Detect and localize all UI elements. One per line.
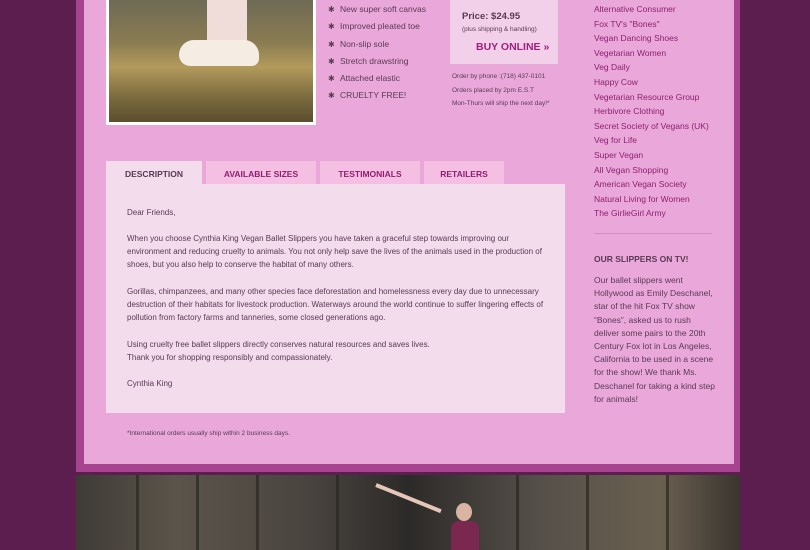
description-paragraph: Gorillas, chimpanzees, and many other sp… — [127, 287, 544, 323]
sidebar-link[interactable]: American Vegan Society — [594, 178, 709, 193]
sidebar-divider — [594, 233, 712, 234]
tab-description[interactable]: DESCRIPTION — [106, 161, 202, 185]
shipping-note: (plus shipping & handling) — [462, 26, 537, 33]
sidebar-link[interactable]: Happy Cow — [594, 76, 709, 91]
price-label: Price: $24.95 — [462, 11, 521, 22]
feature-item: ✱ Improved pleated toe — [328, 21, 420, 32]
sidebar-link[interactable]: Secret Society of Vegans (UK) — [594, 120, 709, 135]
feature-item: ✱ New super soft canvas — [328, 4, 426, 14]
description-paragraph: Thank you for shopping responsibly and c… — [127, 353, 333, 362]
ship-days: Mon-Thurs will ship the next day!* — [452, 100, 550, 107]
sidebar-link[interactable]: Fox TV's "Bones" — [594, 18, 709, 33]
sidebar-link[interactable]: Vegetarian Resource Group — [594, 91, 709, 106]
tab-available-sizes[interactable]: AVAILABLE SIZES — [206, 161, 316, 184]
feature-item: ✱ Stretch drawstring — [328, 55, 409, 66]
sidebar-link[interactable]: Super Vegan — [594, 149, 709, 164]
feature-item: ✱ Non-slip sole — [328, 38, 390, 49]
tab-testimonials[interactable]: TESTIMONIALS — [320, 161, 420, 184]
sidebar-link[interactable]: Vegetarian Women — [594, 47, 709, 62]
sidebar-link[interactable]: Veg for Life — [594, 134, 709, 149]
order-phone: Order by phone :(718) 437-0101 — [452, 73, 546, 80]
sidebar-link[interactable]: Alternative Consumer — [594, 3, 709, 18]
star-bullet-icon: ✱ — [328, 91, 335, 101]
sidebar-link[interactable]: Vegan Dancing Shoes — [594, 32, 709, 47]
dancer-photo — [76, 475, 740, 550]
description-paragraph: When you choose Cynthia King Vegan Balle… — [127, 234, 542, 270]
shipping-footnote: *International orders usually ship withi… — [127, 430, 290, 437]
description-panel: Dear Friends, When you choose Cynthia Ki… — [106, 184, 565, 413]
star-bullet-icon: ✱ — [328, 22, 335, 32]
description-paragraph: Using cruelty free ballet slippers direc… — [127, 340, 430, 349]
star-bullet-icon: ✱ — [328, 56, 335, 66]
order-time: Orders placed by 2pm E.S.T — [452, 86, 535, 94]
signature: Cynthia King — [127, 379, 173, 388]
buy-online-link[interactable]: BUY ONLINE » — [476, 41, 549, 53]
star-bullet-icon: ✱ — [328, 5, 335, 14]
star-bullet-icon: ✱ — [328, 39, 335, 49]
tv-section-text: Our ballet slippers went Hollywood as Em… — [594, 275, 715, 404]
slipper-photo — [106, 0, 316, 125]
feature-item: ✱ CRUELTY FREE! — [328, 90, 407, 101]
sidebar-link[interactable]: The GirlieGirl Army — [594, 207, 709, 222]
feature-list: ✱ New super soft canvas ✱ Improved pleated… — [328, 3, 426, 107]
tab-retailers[interactable]: RETAILERS — [424, 161, 504, 184]
sidebar-links: Alternative Consumer Fox TV's "Bones" Ve… — [594, 3, 709, 222]
sidebar-link[interactable]: All Vegan Shopping — [594, 164, 709, 179]
feature-item: ✱ Attached elastic — [328, 73, 401, 84]
tv-section-title: OUR SLIPPERS ON TV! — [594, 254, 689, 264]
sidebar-link[interactable]: Natural Living for Women — [594, 193, 709, 208]
sidebar-link[interactable]: Herbivore Clothing — [594, 105, 709, 120]
star-bullet-icon: ✱ — [328, 74, 335, 84]
order-info: Order by phone :(718) 437-0101 Orders pl… — [452, 70, 550, 111]
sidebar-link[interactable]: Veg Daily — [594, 61, 709, 76]
greeting: Dear Friends, — [127, 208, 176, 217]
